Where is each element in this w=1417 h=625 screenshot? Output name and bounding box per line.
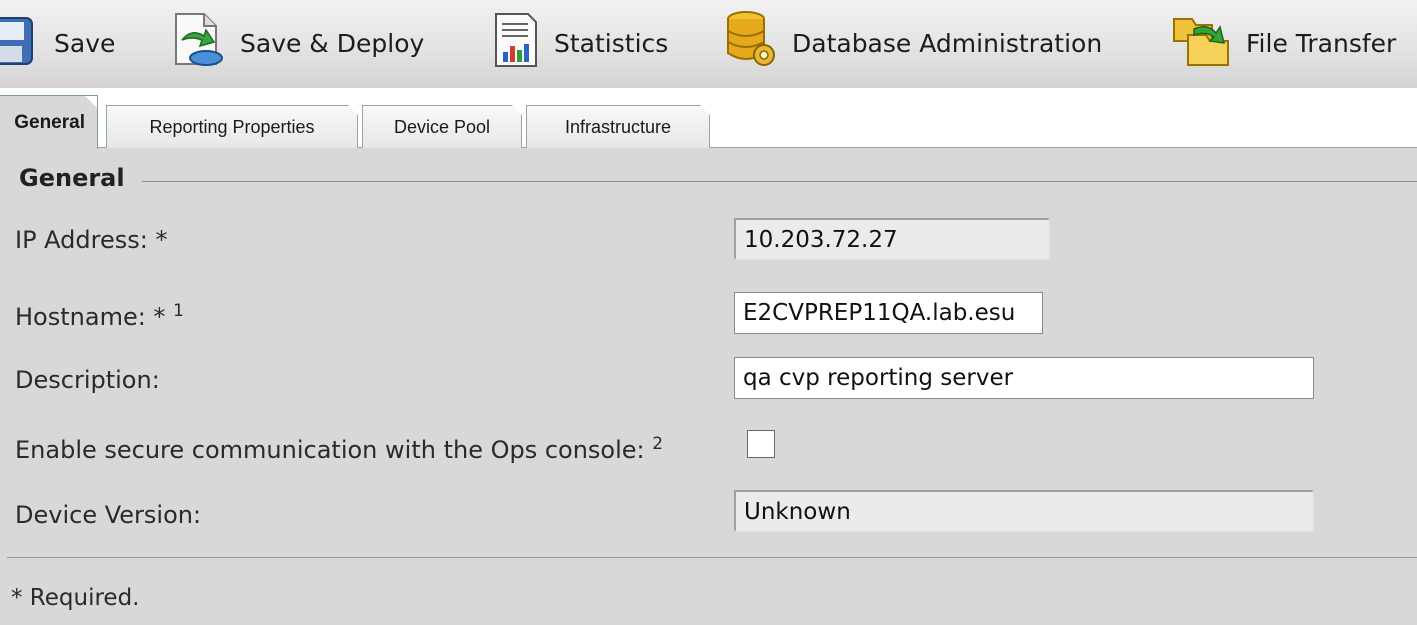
save-label: Save [54,28,116,58]
hostname-footnote-marker: 1 [173,301,184,321]
secure-communication-label-text: Enable secure communication with the Ops… [15,436,645,464]
description-input[interactable]: qa cvp reporting server [734,357,1314,399]
required-note: * Required. [11,585,140,611]
device-version-label: Device Version: [15,501,202,529]
save-icon [0,12,40,74]
file-transfer-label: File Transfer [1246,28,1397,58]
hostname-label: Hostname: * 1 [15,301,184,331]
file-transfer-icon [1172,11,1232,75]
tab-reporting-properties-label: Reporting Properties [149,116,315,137]
description-label: Description: [15,366,160,394]
save-deploy-button[interactable]: Save & Deploy [170,8,424,78]
secure-communication-label: Enable secure communication with the Ops… [15,434,663,464]
tab-general[interactable]: General [0,95,98,149]
footer-divider [7,557,1417,558]
tab-device-pool[interactable]: Device Pool [362,105,522,148]
database-admin-icon [724,9,778,77]
ip-address-field: 10.203.72.27 [734,218,1050,260]
hostname-label-text: Hostname: * [15,303,166,331]
tab-general-label: General [14,111,85,133]
ip-address-label: IP Address: * [15,226,168,254]
tab-infrastructure-label: Infrastructure [564,116,672,137]
secure-footnote-marker: 2 [652,434,664,454]
file-transfer-button[interactable]: File Transfer [1172,8,1396,78]
database-admin-button[interactable]: Database Administration [724,8,1102,78]
statistics-label: Statistics [554,28,669,58]
save-deploy-icon [170,10,226,76]
database-admin-label: Database Administration [792,28,1103,58]
device-version-field: Unknown [734,490,1314,532]
section-divider [142,181,1417,182]
save-button[interactable]: Save [0,8,115,78]
statistics-button[interactable]: Statistics [492,8,668,78]
toolbar: Save Save & Deploy Statistics Database A… [0,0,1417,89]
section-title: General [19,164,125,192]
statistics-icon [492,10,540,76]
tab-device-pool-label: Device Pool [393,116,491,137]
tab-reporting-properties[interactable]: Reporting Properties [106,105,358,148]
tab-infrastructure[interactable]: Infrastructure [526,105,710,148]
hostname-input[interactable]: E2CVPREP11QA.lab.esu [734,292,1043,334]
secure-communication-checkbox[interactable] [747,430,775,458]
save-deploy-label: Save & Deploy [240,28,425,58]
